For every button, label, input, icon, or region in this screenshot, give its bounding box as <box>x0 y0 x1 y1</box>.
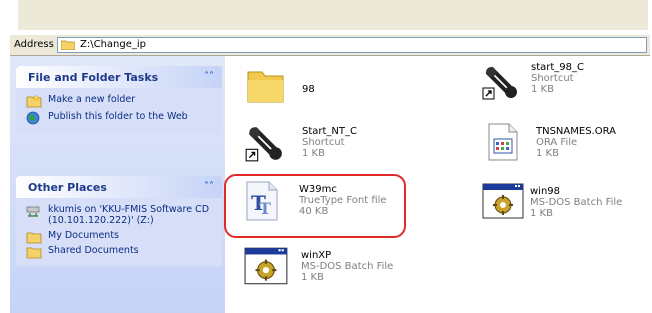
file-item-win98[interactable]: win98 MS-DOS Batch File 1 KB <box>482 182 647 232</box>
address-bar: Address Z:\Change_ip <box>10 34 650 56</box>
panel-title: File and Folder Tasks <box>28 71 159 84</box>
address-field[interactable]: Z:\Change_ip <box>57 37 647 53</box>
address-path: Z:\Change_ip <box>80 39 147 50</box>
make-new-folder-link[interactable]: Make a new folder <box>26 94 212 108</box>
panel-title: Other Places <box>28 181 107 194</box>
top-strip <box>0 0 652 36</box>
file-item-tnsnames[interactable]: TNSNAMES.ORA ORA File 1 KB <box>485 122 645 172</box>
file-folder-tasks-panel: File and Folder Tasks ˄˄ Make a new fold… <box>16 66 222 134</box>
ora-file-icon <box>488 123 518 161</box>
other-places-panel: Other Places ˄˄ kkumis on 'KKU-FMIS Soft… <box>16 176 222 266</box>
collapse-chevron-icon[interactable]: ˄˄ <box>202 70 216 84</box>
file-item-98[interactable]: 98 <box>246 66 446 114</box>
file-item-start-nt-c[interactable]: Start_NT_C Shortcut 1 KB <box>244 122 414 172</box>
folder-icon <box>26 247 42 259</box>
web-publish-icon <box>26 111 40 125</box>
folder-icon <box>61 40 75 50</box>
panel-header[interactable]: Other Places ˄˄ <box>16 176 222 198</box>
file-item-start-98-c[interactable]: start_98_C Shortcut 1 KB <box>481 62 646 112</box>
publish-to-web-link[interactable]: Publish this folder to the Web <box>26 111 212 125</box>
folder-icon <box>26 232 42 244</box>
file-item-winxp[interactable]: winXP MS-DOS Batch File 1 KB <box>244 246 424 296</box>
address-label: Address <box>14 39 54 50</box>
collapse-chevron-icon[interactable]: ˄˄ <box>202 180 216 194</box>
shortcut-icon <box>482 66 517 100</box>
panel-header[interactable]: File and Folder Tasks ˄˄ <box>16 66 222 88</box>
shared-documents-link[interactable]: Shared Documents <box>26 245 212 259</box>
my-documents-link[interactable]: My Documents <box>26 230 212 244</box>
network-drive-icon <box>26 206 40 217</box>
batch-file-icon <box>244 247 288 285</box>
batch-file-icon <box>482 183 524 219</box>
shortcut-icon <box>245 126 282 162</box>
annotation-highlight <box>224 174 406 238</box>
folder-icon <box>247 71 284 103</box>
network-drive-link[interactable]: kkumis on 'KKU-FMIS Software CD (10.101.… <box>26 204 212 226</box>
new-folder-icon <box>26 94 42 108</box>
